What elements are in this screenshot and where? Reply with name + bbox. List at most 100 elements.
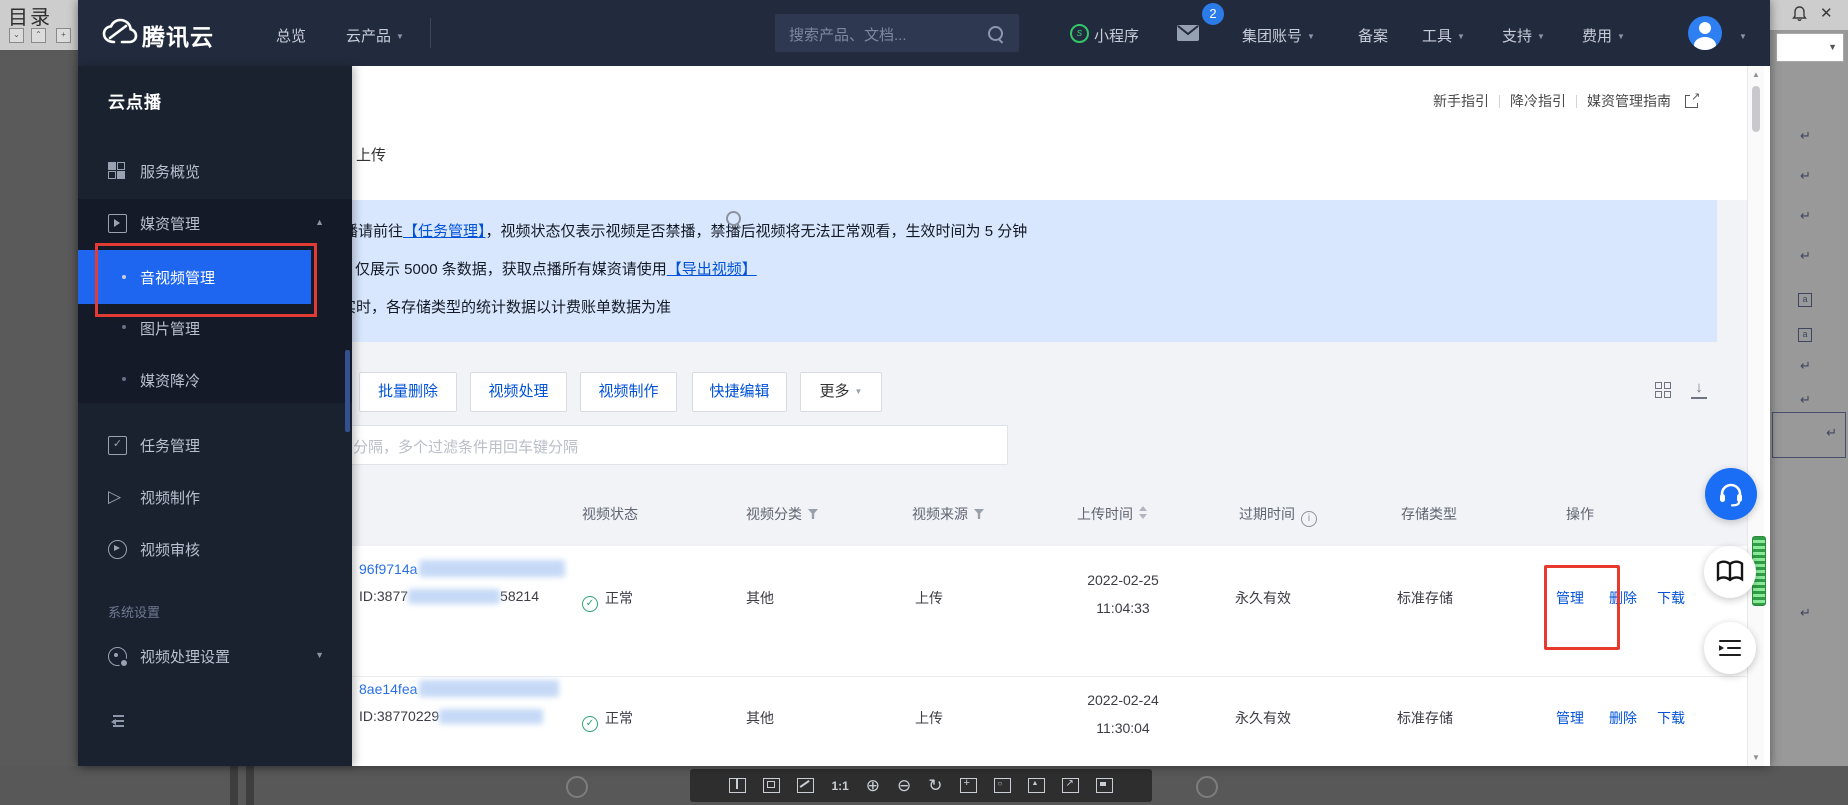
- banner-line-2: 仅展示 5000 条数据，获取点播所有媒资请使用【导出视频】: [355, 258, 757, 279]
- sidebar-item-media-cooling[interactable]: 媒资降冷: [78, 355, 352, 403]
- export-icon[interactable]: [1062, 778, 1079, 793]
- avatar[interactable]: [1688, 16, 1722, 50]
- search-icon[interactable]: [988, 26, 1003, 41]
- more-button[interactable]: 更多▼: [800, 372, 882, 412]
- search-icon[interactable]: [726, 211, 741, 226]
- drag-handle-icon[interactable]: [1196, 776, 1218, 798]
- sidebar-item-service-overview[interactable]: 服务概览: [78, 147, 352, 195]
- drag-handle-icon[interactable]: [566, 776, 588, 798]
- close-icon[interactable]: ✕: [1820, 4, 1833, 22]
- link-media-guide[interactable]: 媒资管理指南: [1587, 91, 1671, 111]
- external-link-icon: [1685, 95, 1698, 108]
- quick-menu-button[interactable]: [1704, 622, 1756, 674]
- review-play-icon: [108, 540, 127, 559]
- rotate-icon[interactable]: ↻: [928, 779, 942, 793]
- nav-overview[interactable]: 总览: [276, 25, 306, 46]
- grid-icon: [108, 162, 125, 179]
- sidebar-scrollbar-thumb[interactable]: [345, 350, 350, 432]
- nav-mini-program[interactable]: 小程序: [1094, 25, 1139, 46]
- doc-right-panel-top: [1770, 0, 1848, 30]
- nav-group-account[interactable]: 集团账号▼: [1242, 25, 1315, 46]
- chevron-up-icon: ▲: [315, 217, 324, 227]
- link-export-video[interactable]: 【导出视频】: [667, 261, 757, 278]
- toc-add-icon[interactable]: +: [56, 28, 71, 43]
- documentation-button[interactable]: [1704, 546, 1756, 598]
- collapse-sidebar-icon[interactable]: [108, 714, 124, 732]
- manage-link[interactable]: 管理: [1556, 708, 1584, 728]
- doc-toc-title: 目录: [8, 1, 52, 30]
- doc-dropdown[interactable]: ▼: [1776, 33, 1844, 62]
- annotate-icon[interactable]: [797, 778, 814, 793]
- print-icon[interactable]: [1096, 778, 1113, 793]
- video-name[interactable]: 96f9714a: [359, 561, 417, 577]
- nav-billing[interactable]: 费用▼: [1582, 25, 1625, 46]
- image-mode-icon[interactable]: [994, 778, 1011, 793]
- info-icon[interactable]: i: [1301, 511, 1317, 527]
- bell-icon[interactable]: [1792, 6, 1807, 27]
- chevron-down-icon: ▼: [315, 650, 324, 660]
- headset-icon: [1717, 481, 1745, 507]
- image-frame-icon[interactable]: [1028, 778, 1045, 793]
- video-name-link[interactable]: 96f9714a: [359, 560, 565, 577]
- col-video-source[interactable]: 视频来源: [912, 504, 984, 524]
- tencent-cloud-logo-icon[interactable]: [100, 17, 138, 52]
- zoom-out-icon[interactable]: ⊖: [897, 779, 911, 793]
- page-gap-bar: [230, 766, 238, 805]
- col-video-category[interactable]: 视频分类: [746, 504, 818, 524]
- download-link[interactable]: 下载: [1657, 588, 1685, 608]
- link-task-management[interactable]: 【任务管理】: [403, 223, 486, 240]
- toc-expand-icon[interactable]: ⌄: [9, 28, 24, 43]
- toc-collapse-icon[interactable]: ⌃: [31, 28, 46, 43]
- nav-records[interactable]: 备案: [1358, 25, 1388, 46]
- zoom-in-icon[interactable]: ⊕: [866, 779, 880, 793]
- video-name[interactable]: 8ae14fea: [359, 681, 417, 697]
- account-menu-caret[interactable]: ▼: [1734, 28, 1747, 45]
- actual-size-icon[interactable]: 1:1: [831, 779, 848, 793]
- upload-date: 2022-02-24: [1073, 692, 1173, 708]
- video-produce-button[interactable]: 视频制作: [580, 372, 677, 412]
- scroll-up-icon[interactable]: ▲: [1748, 70, 1764, 79]
- customer-service-button[interactable]: [1705, 468, 1757, 520]
- nav-tools[interactable]: 工具▼: [1422, 25, 1465, 46]
- book-icon: [1715, 560, 1745, 584]
- filter-icon[interactable]: [974, 509, 984, 519]
- sort-icon[interactable]: [1139, 505, 1147, 519]
- nav-support[interactable]: 支持▼: [1502, 25, 1545, 46]
- nav-products[interactable]: 云产品▼: [346, 25, 404, 46]
- quick-edit-button[interactable]: 快捷编辑: [692, 372, 787, 412]
- screenshot-stage: 目录 ⌄ ⌃ + ✕ ▼ ↵ ↵ ↵ ↵ a a ↵ ↵ ↵ ↵ 1:1 ⊕ ⊖…: [0, 0, 1848, 805]
- select-region-icon[interactable]: [960, 778, 977, 793]
- col-upload-time[interactable]: 上传时间: [1077, 504, 1147, 524]
- col-label: 存储类型: [1401, 506, 1457, 522]
- filter-icon[interactable]: [808, 509, 818, 519]
- download-list-icon[interactable]: ↓: [1691, 381, 1707, 399]
- divider: [1576, 95, 1577, 108]
- split-view-icon[interactable]: [729, 778, 746, 793]
- sidebar-item-task-management[interactable]: ✓ 任务管理: [78, 421, 352, 469]
- category-cell: 其他: [746, 708, 774, 728]
- grid-view-icon[interactable]: [1655, 382, 1671, 398]
- banner-line-1: 播请前往【任务管理】，视频状态仅表示视频是否禁播，禁播后视频将无法正常观看，生效…: [343, 220, 1027, 241]
- download-link[interactable]: 下载: [1657, 708, 1685, 728]
- video-name-link[interactable]: 8ae14fea: [359, 680, 559, 697]
- link-cooling-guide[interactable]: 降冷指引: [1510, 91, 1566, 111]
- nav-search-box[interactable]: 搜索产品、文档...: [775, 14, 1019, 52]
- banner-line1-pre: 播请前往: [343, 223, 403, 240]
- video-id: ID:38770229: [359, 708, 543, 724]
- upload-button[interactable]: 上传: [356, 144, 386, 165]
- video-process-button[interactable]: 视频处理: [470, 372, 567, 412]
- fit-window-icon[interactable]: [763, 778, 780, 793]
- delete-link[interactable]: 删除: [1609, 708, 1637, 728]
- filter-input[interactable]: 分隔，多个过滤条件用回车键分隔: [316, 425, 1008, 465]
- sidebar-item-media-management[interactable]: 媒资管理 ▲: [78, 199, 352, 247]
- sidebar-item-video-review[interactable]: 视频审核: [78, 525, 352, 573]
- sidebar-item-video-process-settings[interactable]: 视频处理设置 ▼: [78, 632, 352, 680]
- gear-icon: [108, 647, 127, 666]
- scrollbar-thumb[interactable]: [1752, 86, 1760, 132]
- link-beginner-guide[interactable]: 新手指引: [1433, 91, 1489, 111]
- batch-delete-button[interactable]: 批量删除: [359, 372, 457, 412]
- sidebar-item-video-production[interactable]: ▷ 视频制作: [78, 473, 352, 521]
- scroll-down-icon[interactable]: ▼: [1748, 753, 1764, 762]
- brand-name[interactable]: 腾讯云: [142, 18, 214, 52]
- mail-icon[interactable]: [1176, 24, 1200, 47]
